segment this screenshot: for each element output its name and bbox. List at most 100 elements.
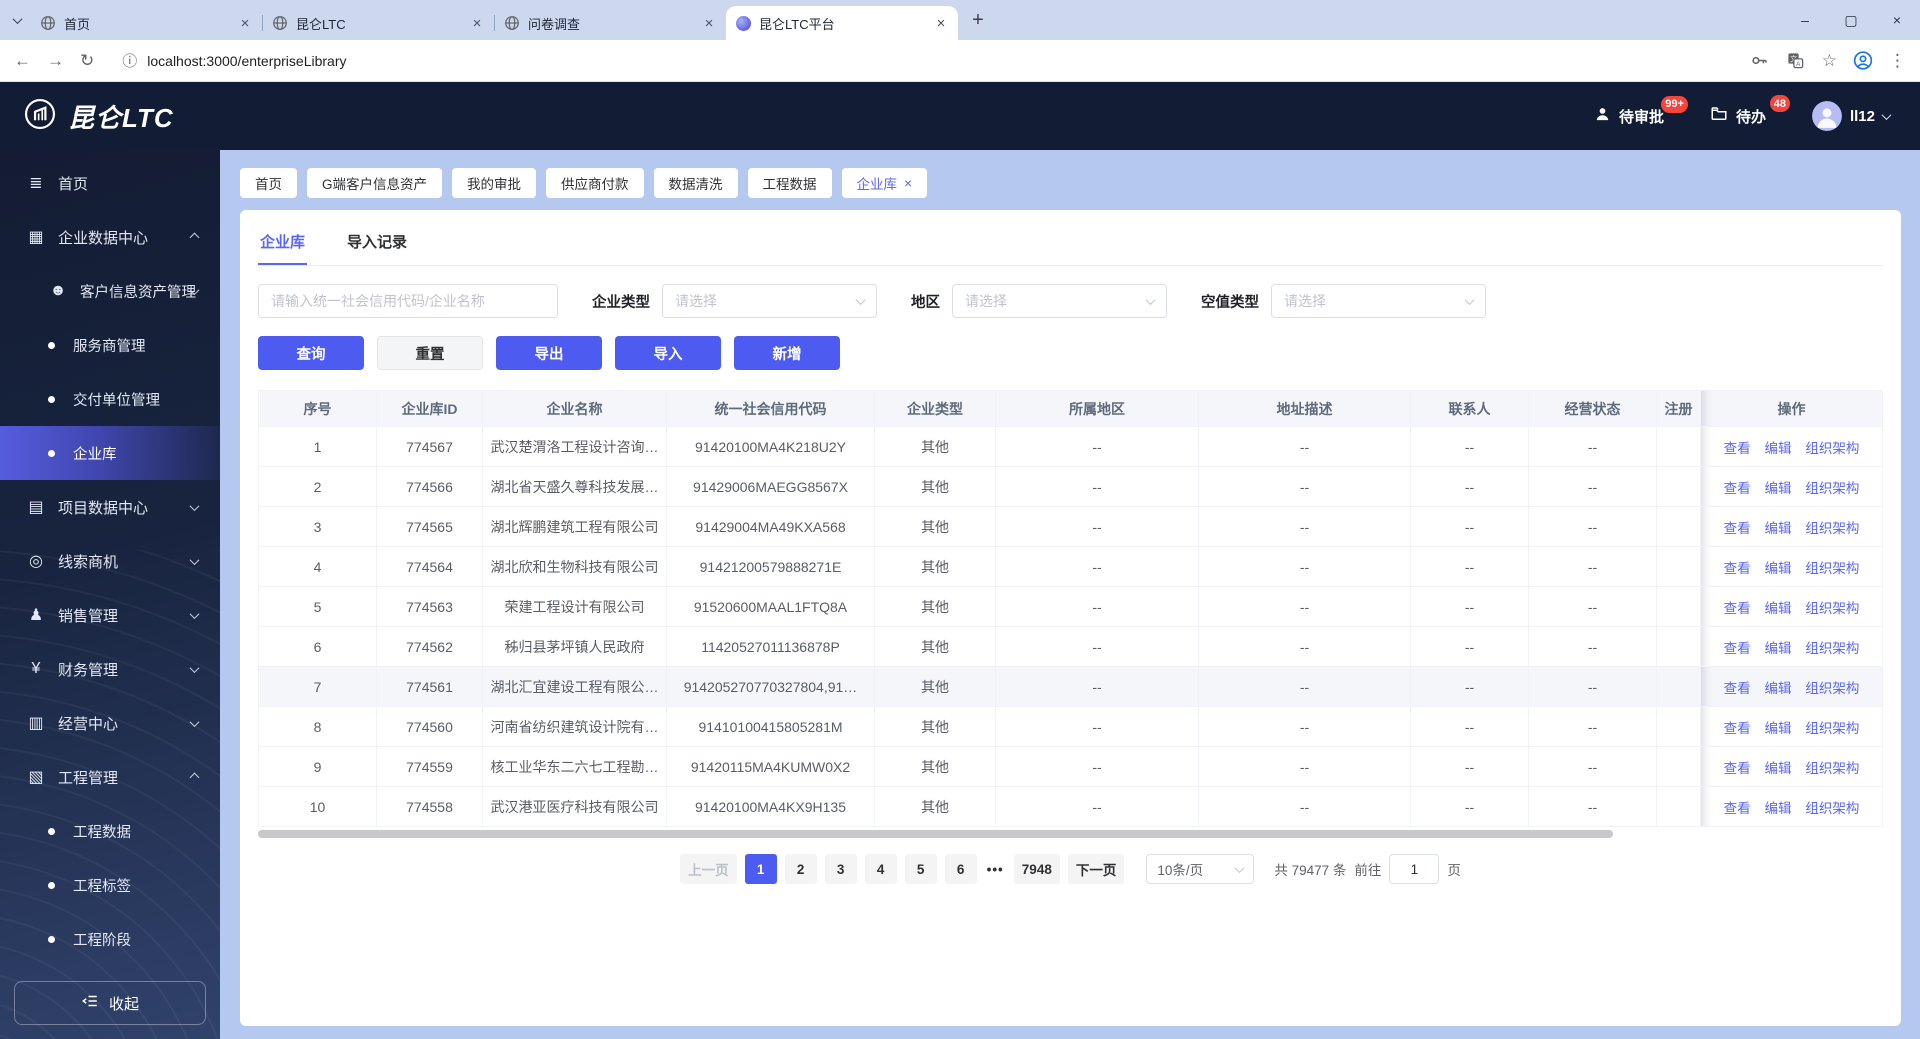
content-tab-enterprise-library[interactable]: 企业库 <box>258 220 308 265</box>
maximize-button[interactable]: ▢ <box>1828 0 1874 40</box>
close-button[interactable]: × <box>1874 0 1920 40</box>
page-size-select[interactable]: 10条/页 <box>1146 854 1255 884</box>
chip-engineering-data[interactable]: 工程数据 × <box>747 168 832 198</box>
page-6-button[interactable]: 6 <box>944 854 977 884</box>
view-link[interactable]: 查看 <box>1724 601 1751 616</box>
view-link[interactable]: 查看 <box>1724 681 1751 696</box>
browser-tab-survey[interactable]: 问卷调查 × <box>494 6 726 40</box>
user-menu[interactable]: ll12 <box>1811 101 1892 131</box>
chip-enterprise-library[interactable]: 企业库 × <box>841 168 928 198</box>
edit-link[interactable]: 编辑 <box>1765 561 1792 576</box>
todo-button[interactable]: 待办 48 <box>1710 95 1790 127</box>
password-key-icon[interactable] <box>1750 51 1770 71</box>
minimize-button[interactable]: – <box>1782 0 1828 40</box>
url-bar[interactable]: ⓘ localhost:3000/enterpriseLibrary <box>110 50 1734 71</box>
org-structure-link[interactable]: 组织架构 <box>1805 761 1859 776</box>
org-structure-link[interactable]: 组织架构 <box>1805 601 1859 616</box>
org-structure-link[interactable]: 组织架构 <box>1805 561 1859 576</box>
view-link[interactable]: 查看 <box>1724 801 1751 816</box>
tab-search-button[interactable] <box>4 7 30 33</box>
page-4-button[interactable]: 4 <box>864 854 897 884</box>
new-tab-button[interactable]: + <box>964 6 992 34</box>
tab-close-icon[interactable]: × <box>932 14 950 32</box>
page-3-button[interactable]: 3 <box>824 854 857 884</box>
view-link[interactable]: 查看 <box>1724 641 1751 656</box>
view-link[interactable]: 查看 <box>1724 521 1751 536</box>
org-structure-link[interactable]: 组织架构 <box>1805 441 1859 456</box>
tab-close-icon[interactable]: × <box>700 14 718 32</box>
edit-link[interactable]: 编辑 <box>1765 801 1792 816</box>
view-link[interactable]: 查看 <box>1724 721 1751 736</box>
browser-tab-kunlun-platform[interactable]: 昆仑LTC平台 × <box>726 6 958 40</box>
tab-close-icon[interactable]: × <box>236 14 254 32</box>
collapse-sidebar-button[interactable]: 收起 <box>14 981 206 1025</box>
import-button[interactable]: 导入 <box>615 336 721 370</box>
prev-page-button[interactable]: 上一页 <box>680 854 737 884</box>
content-tab-import-records[interactable]: 导入记录 <box>345 220 409 265</box>
sidebar-item-home[interactable]: ≣ 首页 <box>0 156 220 210</box>
chip-my-approvals[interactable]: 我的审批 × <box>452 168 537 198</box>
view-link[interactable]: 查看 <box>1724 441 1751 456</box>
app-logo[interactable]: 昆仑LTC <box>22 96 174 137</box>
profile-icon[interactable] <box>1853 51 1873 71</box>
sidebar-item-enterprise-library[interactable]: 企业库 <box>0 426 220 480</box>
region-select[interactable]: 请选择 <box>952 284 1167 318</box>
sidebar-item-engineering-tags[interactable]: 工程标签 <box>0 858 220 912</box>
url-text[interactable]: localhost:3000/enterpriseLibrary <box>147 53 346 69</box>
chip-gside-customer-info[interactable]: G端客户信息资产 × <box>307 168 443 198</box>
edit-link[interactable]: 编辑 <box>1765 441 1792 456</box>
scrollbar-thumb[interactable] <box>258 830 1613 838</box>
sidebar-item-engineering-mgmt[interactable]: ▧ 工程管理 <box>0 750 220 804</box>
page-2-button[interactable]: 2 <box>784 854 817 884</box>
more-pages-icon[interactable]: ••• <box>985 862 1006 877</box>
page-1-button[interactable]: 1 <box>744 854 777 884</box>
forward-button[interactable]: → <box>47 51 64 71</box>
browser-tab-home[interactable]: 首页 × <box>30 6 262 40</box>
edit-link[interactable]: 编辑 <box>1765 601 1792 616</box>
sidebar-item-service-provider-mgmt[interactable]: 服务商管理 <box>0 318 220 372</box>
export-button[interactable]: 导出 <box>496 336 602 370</box>
sidebar-item-finance-mgmt[interactable]: ¥ 财务管理 <box>0 642 220 696</box>
site-info-icon[interactable]: ⓘ <box>122 50 137 71</box>
browser-tab-kunlun-ltc[interactable]: 昆仑LTC × <box>262 6 494 40</box>
edit-link[interactable]: 编辑 <box>1765 521 1792 536</box>
tab-close-icon[interactable]: × <box>468 14 486 32</box>
bookmark-star-icon[interactable]: ☆ <box>1822 51 1837 71</box>
sidebar-item-operations-center[interactable]: ▥ 经营中心 <box>0 696 220 750</box>
view-link[interactable]: 查看 <box>1724 761 1751 776</box>
chip-supplier-payment[interactable]: 供应商付款 × <box>546 168 644 198</box>
sidebar-item-engineering-stages[interactable]: 工程阶段 <box>0 912 220 966</box>
page-7948-button[interactable]: 7948 <box>1013 854 1060 884</box>
org-structure-link[interactable]: 组织架构 <box>1805 481 1859 496</box>
null-value-type-select[interactable]: 请选择 <box>1271 284 1486 318</box>
chip-data-cleaning[interactable]: 数据清洗 × <box>653 168 738 198</box>
org-structure-link[interactable]: 组织架构 <box>1805 521 1859 536</box>
reset-button[interactable]: 重置 <box>377 336 483 370</box>
edit-link[interactable]: 编辑 <box>1765 681 1792 696</box>
enterprise-type-select[interactable]: 请选择 <box>662 284 877 318</box>
org-structure-link[interactable]: 组织架构 <box>1805 641 1859 656</box>
sidebar-item-engineering-data[interactable]: 工程数据 <box>0 804 220 858</box>
chip-home[interactable]: 首页 × <box>240 168 297 198</box>
reload-button[interactable]: ↻ <box>80 51 94 71</box>
page-5-button[interactable]: 5 <box>904 854 937 884</box>
sidebar-item-leads-opportunities[interactable]: ◎ 线索商机 <box>0 534 220 588</box>
sidebar-item-delivery-unit-mgmt[interactable]: 交付单位管理 <box>0 372 220 426</box>
org-structure-link[interactable]: 组织架构 <box>1805 721 1859 736</box>
chip-close-icon[interactable]: × <box>904 175 912 191</box>
sidebar-item-sales-mgmt[interactable]: ♟ 销售管理 <box>0 588 220 642</box>
add-button[interactable]: 新增 <box>734 336 840 370</box>
query-button[interactable]: 查询 <box>258 336 364 370</box>
back-button[interactable]: ← <box>14 51 31 71</box>
sidebar-item-enterprise-data-center[interactable]: ▦ 企业数据中心 <box>0 210 220 264</box>
pending-approvals-button[interactable]: 待审批 99+ <box>1594 95 1688 127</box>
goto-page-input[interactable] <box>1389 854 1440 884</box>
sidebar-item-customer-info-asset-mgmt[interactable]: ☻ 客户信息资产管理 <box>0 264 220 318</box>
sidebar-item-project-data-center[interactable]: ▤ 项目数据中心 <box>0 480 220 534</box>
search-input[interactable] <box>258 284 558 318</box>
edit-link[interactable]: 编辑 <box>1765 761 1792 776</box>
org-structure-link[interactable]: 组织架构 <box>1805 681 1859 696</box>
view-link[interactable]: 查看 <box>1724 561 1751 576</box>
view-link[interactable]: 查看 <box>1724 481 1751 496</box>
edit-link[interactable]: 编辑 <box>1765 641 1792 656</box>
